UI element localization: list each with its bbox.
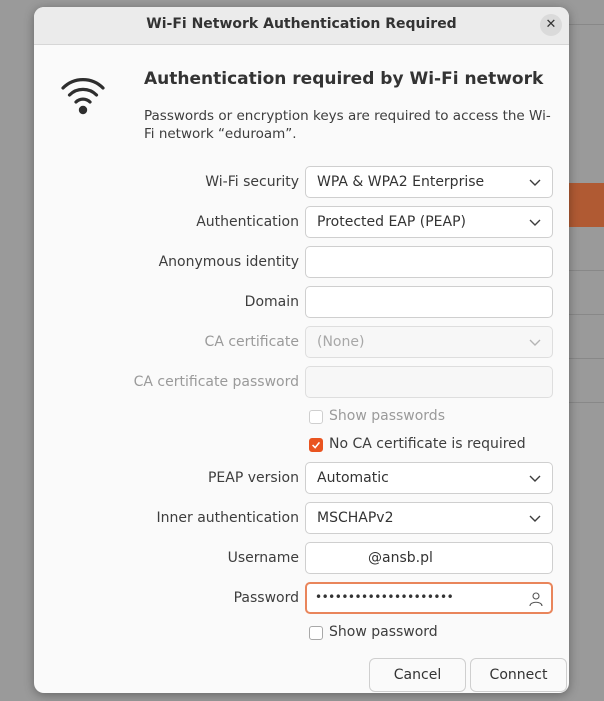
username-label: Username [227, 550, 299, 566]
no-ca-required-label: No CA certificate is required [329, 436, 526, 452]
checkmark-icon [312, 441, 321, 449]
peap-version-dropdown[interactable]: Automatic [305, 462, 553, 494]
authentication-dropdown[interactable]: Protected EAP (PEAP) [305, 206, 553, 238]
chevron-down-icon [529, 475, 541, 482]
inner-authentication-value: MSCHAPv2 [317, 510, 394, 526]
password-value: ••••••••••••••••••••• [315, 590, 454, 604]
ca-certificate-password-label: CA certificate password [133, 374, 299, 390]
peap-version-label: PEAP version [207, 470, 299, 486]
username-value: @ansb.pl [368, 550, 433, 566]
password-input[interactable]: ••••••••••••••••••••• [305, 582, 553, 614]
dialog-titlebar: Wi-Fi Network Authentication Required ✕ [34, 7, 569, 45]
chevron-down-icon [529, 515, 541, 522]
authentication-value: Protected EAP (PEAP) [317, 214, 466, 230]
background-divider [564, 24, 604, 25]
user-icon[interactable] [528, 591, 544, 607]
close-button[interactable]: ✕ [540, 14, 562, 36]
dialog-title: Wi-Fi Network Authentication Required [146, 16, 457, 32]
username-input[interactable]: @ansb.pl [305, 542, 553, 574]
cancel-button[interactable]: Cancel [369, 658, 466, 692]
background-divider [564, 402, 604, 403]
close-icon: ✕ [545, 17, 557, 32]
connect-button[interactable]: Connect [470, 658, 567, 692]
dialog-heading: Authentication required by Wi-Fi network [144, 69, 544, 89]
auth-dialog: Wi-Fi Network Authentication Required ✕ … [34, 7, 569, 693]
background-divider [564, 314, 604, 315]
ca-certificate-password-input[interactable] [305, 366, 553, 398]
background-selected-row [564, 183, 604, 227]
chevron-down-icon [529, 219, 541, 226]
ca-certificate-dropdown[interactable]: (None) [305, 326, 553, 358]
background-divider [564, 270, 604, 271]
chevron-down-icon [529, 179, 541, 186]
peap-version-value: Automatic [317, 470, 389, 486]
show-passwords-checkbox[interactable] [309, 410, 323, 424]
anonymous-identity-label: Anonymous identity [158, 254, 299, 270]
anonymous-identity-input[interactable] [305, 246, 553, 278]
password-label: Password [233, 590, 299, 606]
inner-authentication-dropdown[interactable]: MSCHAPv2 [305, 502, 553, 534]
show-passwords-label: Show passwords [329, 408, 445, 424]
no-ca-required-checkbox[interactable] [309, 438, 323, 452]
background-divider [564, 358, 604, 359]
wifi-security-dropdown[interactable]: WPA & WPA2 Enterprise [305, 166, 553, 198]
dialog-description: Passwords or encryption keys are require… [144, 108, 551, 142]
chevron-down-icon [529, 339, 541, 346]
inner-authentication-label: Inner authentication [156, 510, 299, 526]
domain-input[interactable] [305, 286, 553, 318]
show-password-label: Show password [329, 624, 438, 640]
domain-label: Domain [244, 294, 299, 310]
wifi-icon [61, 78, 105, 115]
ca-certificate-label: CA certificate [204, 334, 299, 350]
wifi-security-value: WPA & WPA2 Enterprise [317, 174, 485, 190]
ca-certificate-value: (None) [317, 334, 365, 350]
authentication-label: Authentication [196, 214, 299, 230]
show-password-checkbox[interactable] [309, 626, 323, 640]
wifi-security-label: Wi-Fi security [205, 174, 299, 190]
